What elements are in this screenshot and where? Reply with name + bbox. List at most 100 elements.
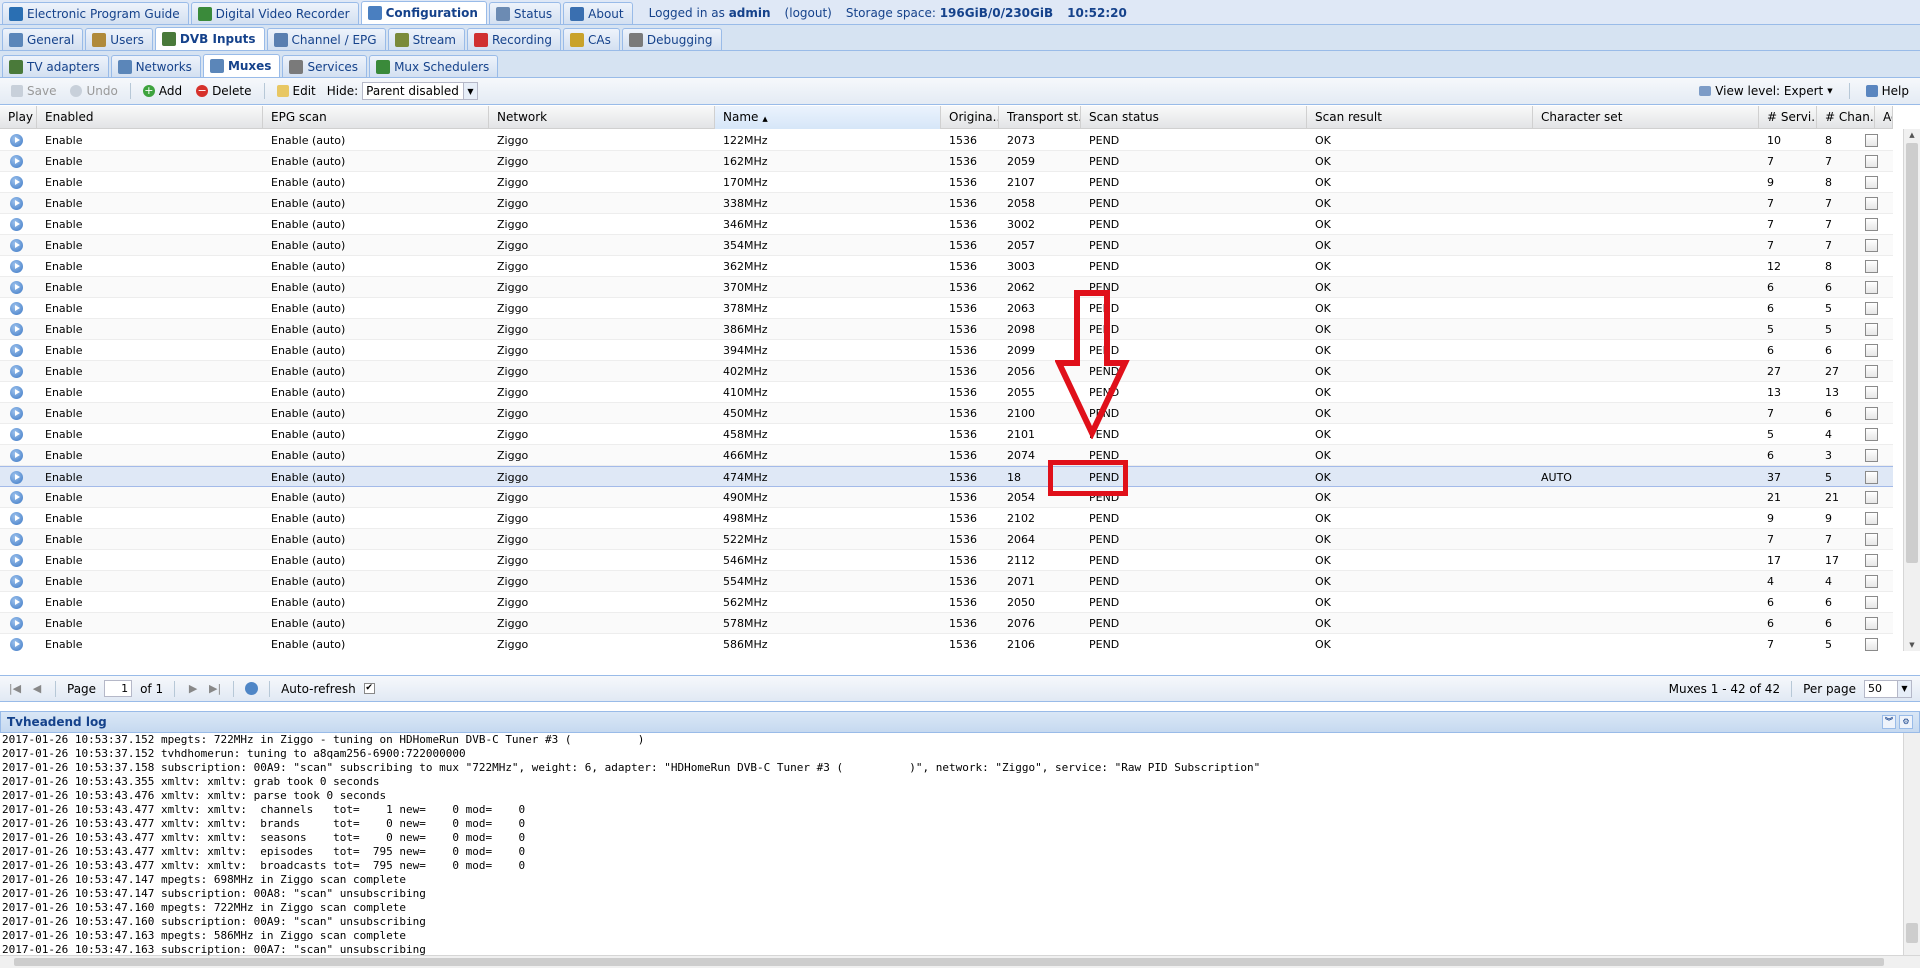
delete-button[interactable]: − Delete: [191, 82, 256, 100]
cell-status[interactable]: PEND: [1081, 235, 1307, 256]
play-icon[interactable]: [10, 365, 23, 378]
cell-name[interactable]: 562MHz: [715, 592, 941, 613]
play-icon[interactable]: [10, 302, 23, 315]
cell-result[interactable]: OK: [1307, 193, 1533, 214]
cell-charset[interactable]: [1533, 277, 1759, 298]
cell-charset[interactable]: [1533, 550, 1759, 571]
cell-enabled[interactable]: Enable: [37, 130, 263, 151]
cell-result[interactable]: OK: [1307, 403, 1533, 424]
cell-services[interactable]: 9: [1759, 172, 1817, 193]
cell-result[interactable]: OK: [1307, 172, 1533, 193]
accept-checkbox[interactable]: [1865, 197, 1878, 210]
accept-checkbox[interactable]: [1865, 617, 1878, 630]
cell-enabled[interactable]: Enable: [37, 445, 263, 466]
cell-epg[interactable]: Enable (auto): [263, 613, 489, 634]
cell-epg[interactable]: Enable (auto): [263, 403, 489, 424]
column-header[interactable]: Name ▲: [715, 106, 941, 129]
cell-tsid[interactable]: 2064: [999, 529, 1081, 550]
cell-epg[interactable]: Enable (auto): [263, 235, 489, 256]
cell-result[interactable]: OK: [1307, 151, 1533, 172]
cell-status[interactable]: PEND: [1081, 634, 1307, 651]
cell-onid[interactable]: 1536: [941, 550, 999, 571]
cell-name[interactable]: 362MHz: [715, 256, 941, 277]
scroll-up-icon[interactable]: ▲: [1904, 129, 1920, 141]
cell-tsid[interactable]: 3003: [999, 256, 1081, 277]
gear-icon[interactable]: ⚙: [1899, 715, 1913, 729]
accept-checkbox[interactable]: [1865, 533, 1878, 546]
table-row[interactable]: Enable Enable (auto) Ziggo 522MHz 1536 2064 PE…: [0, 529, 1893, 550]
cell-epg[interactable]: Enable (auto): [263, 361, 489, 382]
cell-charset[interactable]: [1533, 424, 1759, 445]
view-level-button[interactable]: View level: Expert ▼: [1694, 82, 1837, 100]
cell-result[interactable]: OK: [1307, 508, 1533, 529]
cell-epg[interactable]: Enable (auto): [263, 298, 489, 319]
cell-status[interactable]: PEND: [1081, 550, 1307, 571]
cell-charset[interactable]: [1533, 319, 1759, 340]
accept-checkbox[interactable]: [1865, 554, 1878, 567]
cell-name[interactable]: 162MHz: [715, 151, 941, 172]
table-row[interactable]: Enable Enable (auto) Ziggo 410MHz 1536 2055 PE…: [0, 382, 1893, 403]
cell-tsid[interactable]: 2073: [999, 130, 1081, 151]
cell-services[interactable]: 37: [1759, 467, 1817, 488]
cell-network[interactable]: Ziggo: [489, 235, 715, 256]
cell-charset[interactable]: [1533, 298, 1759, 319]
cell-onid[interactable]: 1536: [941, 235, 999, 256]
page-input[interactable]: 1: [104, 680, 133, 697]
help-button[interactable]: Help: [1861, 82, 1914, 100]
cell-tsid[interactable]: 2106: [999, 634, 1081, 651]
cell-status[interactable]: PEND: [1081, 256, 1307, 277]
tab-networks[interactable]: Networks: [110, 55, 201, 77]
cell-onid[interactable]: 1536: [941, 172, 999, 193]
cell-name[interactable]: 554MHz: [715, 571, 941, 592]
cell-enabled[interactable]: Enable: [37, 214, 263, 235]
last-page-icon[interactable]: ▶|: [208, 682, 222, 695]
cell-enabled[interactable]: Enable: [37, 340, 263, 361]
play-icon[interactable]: [10, 218, 23, 231]
cell-name[interactable]: 498MHz: [715, 508, 941, 529]
cell-result[interactable]: OK: [1307, 445, 1533, 466]
cell-status[interactable]: PEND: [1081, 592, 1307, 613]
cell-charset[interactable]: [1533, 508, 1759, 529]
table-row[interactable]: Enable Enable (auto) Ziggo 562MHz 1536 2050 PE…: [0, 592, 1893, 613]
tab-debugging[interactable]: Debugging: [621, 28, 722, 50]
cell-enabled[interactable]: Enable: [37, 256, 263, 277]
table-row[interactable]: Enable Enable (auto) Ziggo 346MHz 1536 3002 PE…: [0, 214, 1893, 235]
cell-tsid[interactable]: 2050: [999, 592, 1081, 613]
table-row[interactable]: Enable Enable (auto) Ziggo 498MHz 1536 2102 PE…: [0, 508, 1893, 529]
cell-result[interactable]: OK: [1307, 361, 1533, 382]
cell-tsid[interactable]: 2112: [999, 550, 1081, 571]
cell-charset[interactable]: [1533, 529, 1759, 550]
cell-onid[interactable]: 1536: [941, 361, 999, 382]
play-icon[interactable]: [10, 281, 23, 294]
cell-name[interactable]: 410MHz: [715, 382, 941, 403]
cell-enabled[interactable]: Enable: [37, 298, 263, 319]
cell-network[interactable]: Ziggo: [489, 403, 715, 424]
cell-enabled[interactable]: Enable: [37, 235, 263, 256]
cell-epg[interactable]: Enable (auto): [263, 277, 489, 298]
cell-services[interactable]: 21: [1759, 487, 1817, 508]
accept-checkbox[interactable]: [1865, 407, 1878, 420]
table-row[interactable]: Enable Enable (auto) Ziggo 362MHz 1536 3003 PE…: [0, 256, 1893, 277]
table-row[interactable]: Enable Enable (auto) Ziggo 490MHz 1536 2054 PE…: [0, 487, 1893, 508]
cell-tsid[interactable]: 2057: [999, 235, 1081, 256]
tab-stream[interactable]: Stream: [387, 28, 465, 50]
cell-epg[interactable]: Enable (auto): [263, 508, 489, 529]
cell-name[interactable]: 466MHz: [715, 445, 941, 466]
column-header[interactable]: Origina...: [941, 106, 999, 129]
play-icon[interactable]: [10, 407, 23, 420]
cell-network[interactable]: Ziggo: [489, 214, 715, 235]
cell-services[interactable]: 12: [1759, 256, 1817, 277]
accept-checkbox[interactable]: [1865, 218, 1878, 231]
cell-name[interactable]: 386MHz: [715, 319, 941, 340]
cell-charset[interactable]: [1533, 403, 1759, 424]
cell-enabled[interactable]: Enable: [37, 613, 263, 634]
cell-status[interactable]: PEND: [1081, 508, 1307, 529]
tab-about[interactable]: About: [563, 2, 633, 24]
accept-checkbox[interactable]: [1865, 471, 1878, 484]
cell-name[interactable]: 546MHz: [715, 550, 941, 571]
table-row[interactable]: Enable Enable (auto) Ziggo 170MHz 1536 2107 PE…: [0, 172, 1893, 193]
cell-services[interactable]: 7: [1759, 634, 1817, 651]
cell-enabled[interactable]: Enable: [37, 467, 263, 488]
cell-name[interactable]: 586MHz: [715, 634, 941, 651]
cell-result[interactable]: OK: [1307, 382, 1533, 403]
